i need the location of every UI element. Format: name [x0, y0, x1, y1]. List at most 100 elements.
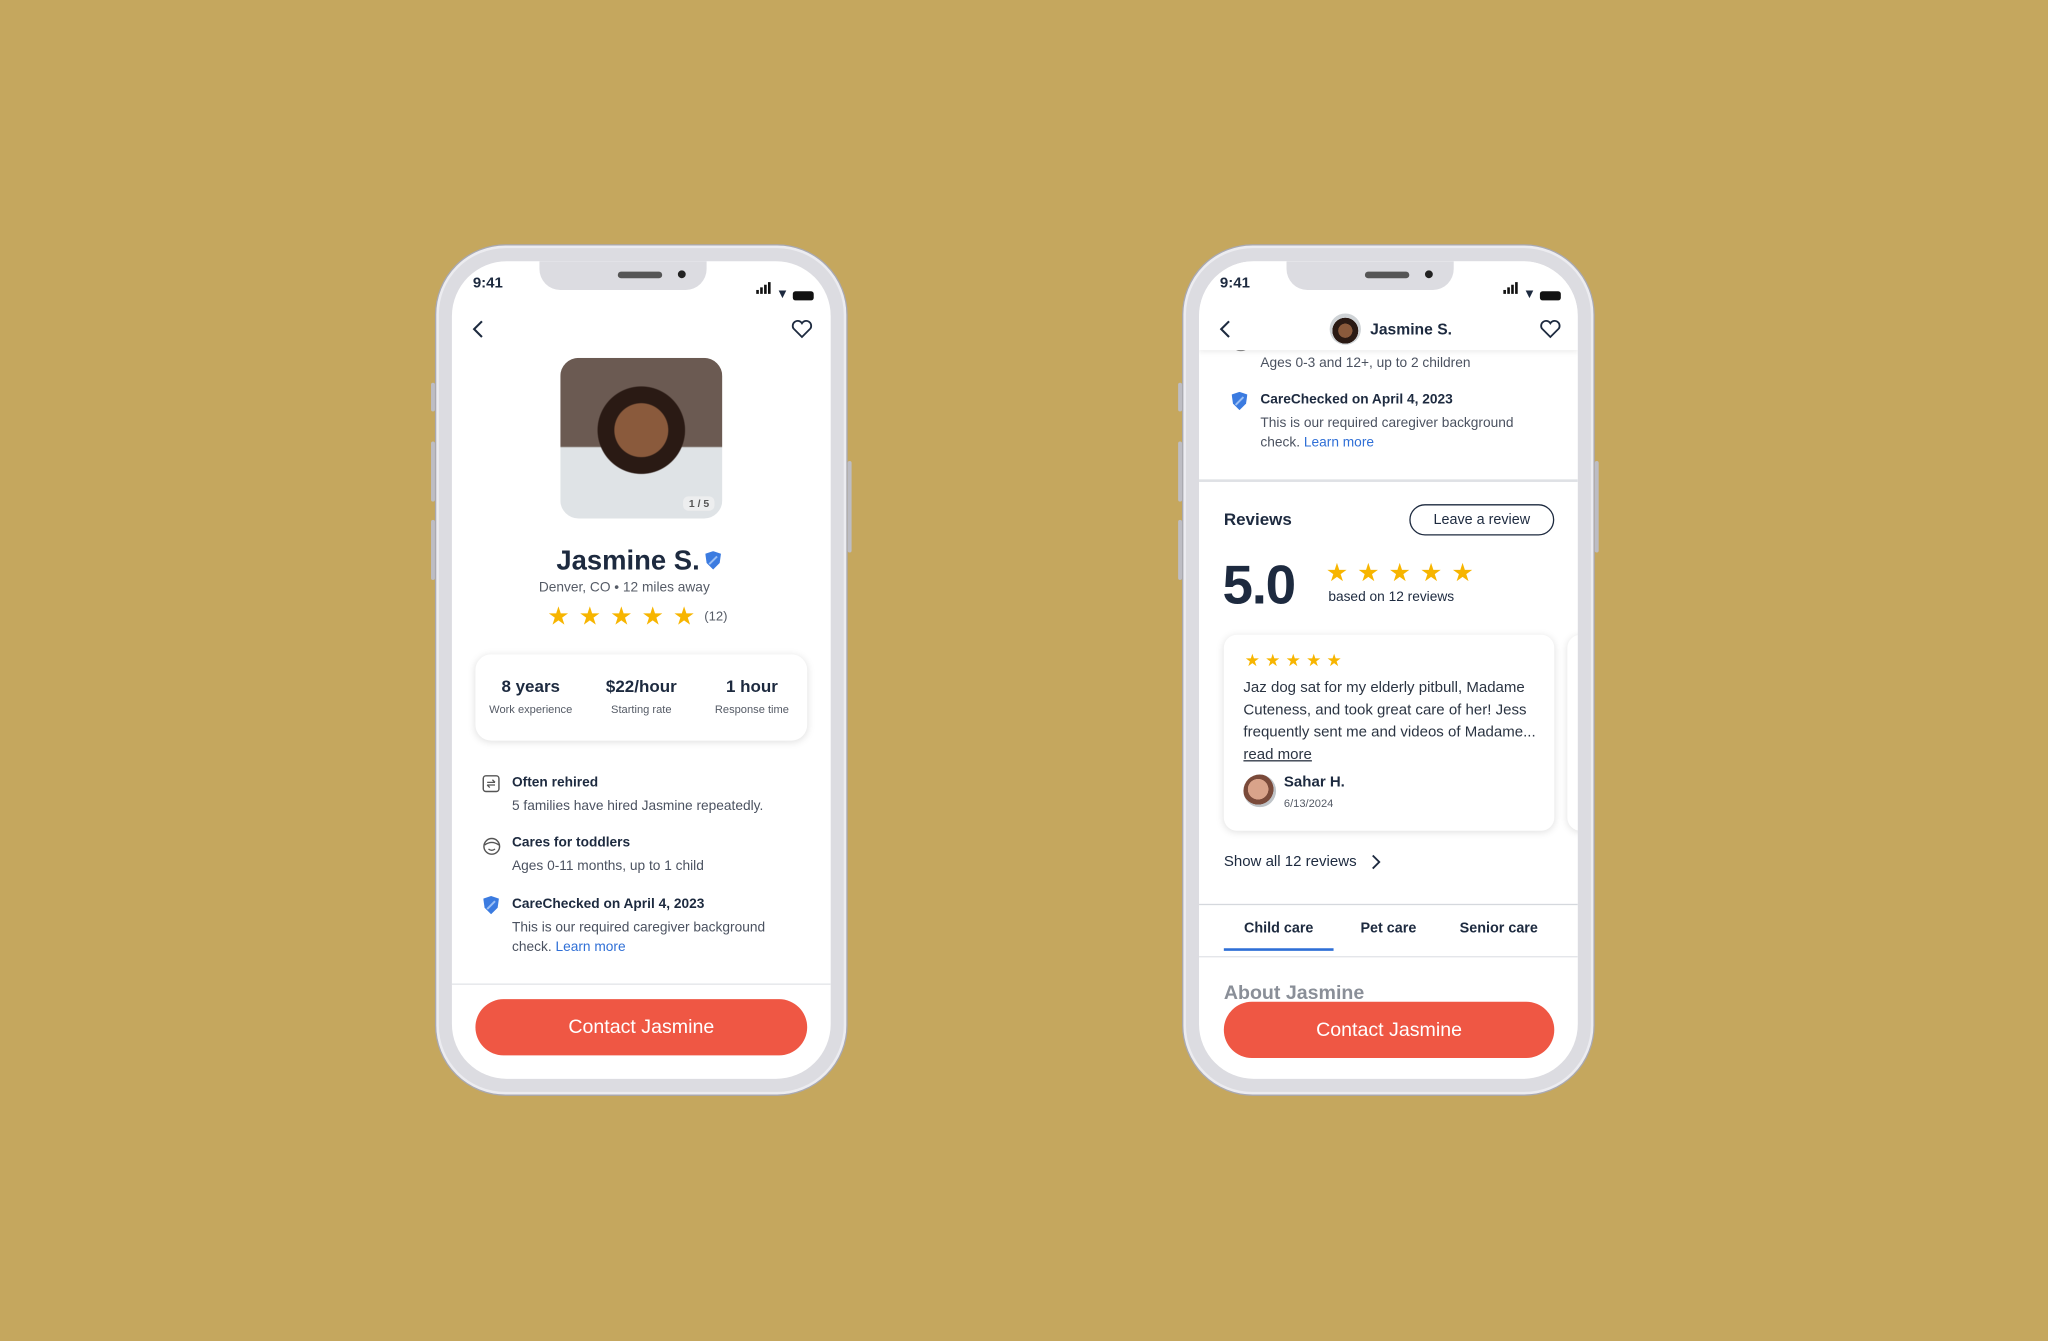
star-icon: ★ — [547, 603, 570, 631]
star-icon: ★ — [1451, 560, 1474, 588]
stats-card: 8 years Work experience $22/hour Starting … — [475, 654, 807, 740]
divider — [1199, 956, 1578, 958]
tab-child-care[interactable]: Child care — [1223, 921, 1334, 951]
reviews-screen: Ages 0-3 and 12+, up to 2 children CareC… — [1199, 261, 1578, 1079]
feature-title: CareChecked on April 4, 2023 — [511, 895, 705, 912]
feature-desc: Ages 0-11 months, up to 1 child — [511, 858, 704, 874]
toddler-icon — [483, 837, 501, 855]
status-time: 9:41 — [472, 275, 503, 292]
notch — [1286, 261, 1454, 290]
status-time: 9:41 — [1219, 275, 1250, 292]
battery-icon — [1539, 291, 1561, 301]
header-avatar — [1329, 313, 1361, 345]
review-card-next[interactable] — [1567, 635, 1577, 831]
feature-desc: 5 families have hired Jasmine repeatedly… — [511, 798, 764, 814]
stat-value: 1 hour — [725, 676, 778, 697]
sticky-header: 9:41 ▼ Jasmine S. — [1199, 261, 1578, 351]
section-divider — [1199, 479, 1578, 482]
caregiver-name: Jasmine S. — [556, 545, 700, 576]
star-icon: ★ — [641, 603, 664, 631]
star-icon: ★ — [1325, 560, 1348, 588]
profile-screen: 9:41 ▼ 1 / 5 Jasmine S. Denver, CO • 12 … — [451, 261, 831, 1079]
leave-review-button[interactable]: Leave a review — [1409, 504, 1555, 536]
heart-icon[interactable] — [1539, 319, 1563, 340]
back-chevron-icon[interactable] — [1217, 319, 1233, 340]
show-all-label: Show all 12 reviews — [1223, 854, 1357, 870]
based-on: based on 12 reviews — [1328, 589, 1455, 605]
chevron-right-icon — [1371, 854, 1381, 870]
star-icon: ★ — [1326, 650, 1342, 671]
reviews-title: Reviews — [1223, 509, 1292, 529]
star-icon: ★ — [1285, 650, 1301, 671]
mute-switch — [1178, 382, 1183, 412]
review-text: Jaz dog sat for my elderly pitbull, Mada… — [1243, 678, 1537, 767]
volume-up-button — [431, 441, 435, 502]
shield-check-icon — [1231, 391, 1248, 411]
review-date: 6/13/2024 — [1283, 796, 1334, 810]
read-more-link[interactable]: read more — [1243, 747, 1311, 763]
shield-check-icon — [483, 895, 499, 915]
star-rating: ★ ★ ★ ★ ★ (12) — [547, 605, 727, 630]
star-icon: ★ — [578, 603, 601, 631]
age-range-desc: Ages 0-3 and 12+, up to 2 children — [1260, 355, 1471, 371]
review-stars: ★ ★ ★ ★ ★ — [1245, 652, 1342, 669]
stat-experience: 8 years Work experience — [475, 654, 586, 740]
status-icons: ▼ — [756, 277, 814, 302]
profile-photo[interactable]: 1 / 5 — [560, 357, 723, 519]
star-icon: ★ — [610, 603, 633, 631]
heart-icon[interactable] — [790, 319, 814, 340]
star-icon: ★ — [672, 603, 696, 631]
learn-more-link[interactable]: Learn more — [555, 939, 625, 955]
carecheck-desc: This is our required caregiver backgroun… — [511, 919, 766, 955]
review-count: (12) — [704, 609, 728, 625]
power-button — [1594, 461, 1599, 553]
phone-frame-profile: 9:41 ▼ 1 / 5 Jasmine S. Denver, CO • 12 … — [431, 244, 852, 1096]
feature-title: Cares for toddlers — [511, 834, 631, 851]
star-icon: ★ — [1306, 650, 1322, 671]
volume-down-button — [431, 519, 435, 580]
carecheck-title: CareChecked on April 4, 2023 — [1260, 391, 1453, 408]
average-rating: 5.0 — [1222, 553, 1297, 616]
location: Denver, CO • 12 miles away — [538, 579, 710, 596]
star-icon: ★ — [1419, 560, 1443, 588]
care-type-tabs: Child care Pet care Senior care — [1223, 921, 1554, 951]
notch — [539, 261, 707, 290]
stat-value: $22/hour — [605, 676, 677, 697]
contact-button[interactable]: Contact Jasmine — [475, 999, 808, 1056]
review-card[interactable]: ★ ★ ★ ★ ★ Jaz dog sat for my elderly pitbull… — [1224, 635, 1554, 831]
volume-down-button — [1178, 519, 1183, 580]
reviewer-name: Sahar H. — [1283, 774, 1345, 791]
mute-switch — [431, 382, 435, 412]
volume-up-button — [1178, 441, 1183, 502]
divider — [451, 983, 831, 985]
review-body: Jaz dog sat for my elderly pitbull, Mada… — [1243, 680, 1536, 741]
stat-label: Response time — [714, 702, 789, 716]
star-icon: ★ — [1244, 650, 1260, 671]
stage: 9:41 ▼ 1 / 5 Jasmine S. Denver, CO • 12 … — [0, 0, 2048, 1341]
average-stars: ★ ★ ★ ★ ★ — [1326, 562, 1474, 587]
show-all-reviews-link[interactable]: Show all 12 reviews — [1223, 854, 1381, 870]
verified-shield-icon — [705, 551, 721, 570]
wifi-icon: ▼ — [775, 287, 789, 302]
header-name: Jasmine S. — [1370, 319, 1453, 339]
back-chevron-icon[interactable] — [470, 319, 486, 340]
carecheck-text: This is our required caregiver backgroun… — [1260, 415, 1514, 451]
repeat-icon — [482, 775, 500, 793]
phone-frame-reviews: Ages 0-3 and 12+, up to 2 children CareC… — [1178, 244, 1599, 1096]
contact-button[interactable]: Contact Jasmine — [1223, 1001, 1555, 1058]
divider — [1199, 903, 1578, 906]
tab-senior-care[interactable]: Senior care — [1443, 921, 1554, 951]
status-icons: ▼ — [1503, 277, 1561, 302]
learn-more-link[interactable]: Learn more — [1304, 435, 1374, 451]
wifi-icon: ▼ — [1523, 287, 1536, 302]
battery-icon — [792, 291, 814, 301]
feature-desc: This is our required caregiver backgroun… — [512, 918, 786, 957]
power-button — [847, 461, 852, 553]
star-icon: ★ — [1357, 560, 1380, 588]
photo-counter: 1 / 5 — [683, 496, 715, 511]
signal-icon — [1503, 277, 1519, 301]
stat-rate: $22/hour Starting rate — [586, 654, 697, 740]
stat-label: Starting rate — [611, 702, 672, 716]
tab-pet-care[interactable]: Pet care — [1334, 921, 1444, 951]
star-icon: ★ — [1265, 650, 1281, 671]
